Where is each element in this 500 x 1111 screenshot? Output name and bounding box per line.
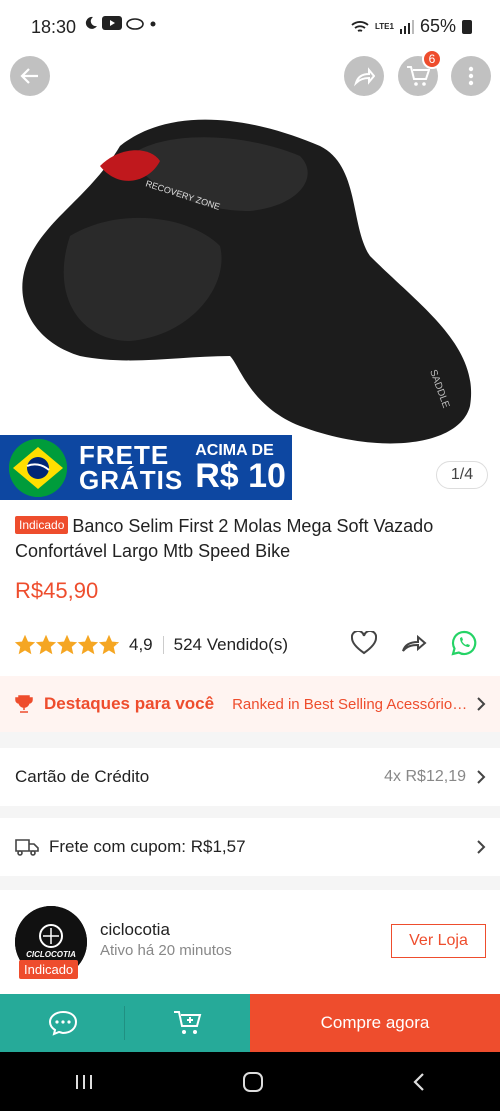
product-title: Indicado Banco Selim First 2 Molas Mega S… (15, 514, 490, 564)
chevron-right-icon (477, 770, 486, 784)
dot-icon (150, 21, 156, 27)
back-nav-icon[interactable] (412, 1072, 426, 1092)
highlights-title: Destaques para você (44, 694, 215, 713)
recommended-tag: Indicado (15, 516, 69, 534)
banner-amount: R$ 10 (195, 456, 286, 495)
cart-icon (407, 66, 430, 86)
share-icon (353, 67, 375, 87)
product-title-text: Banco Selim First 2 Molas Mega Soft Vaza… (15, 516, 434, 561)
cart-count-badge: 6 (422, 49, 442, 69)
banner-line1: FRETE (79, 439, 170, 470)
whatsapp-icon[interactable] (451, 630, 477, 656)
bottom-bar-divider (124, 1006, 125, 1040)
battery-percent: 65% (419, 16, 456, 36)
banner-line2: GRÁTIS (79, 464, 184, 495)
add-to-cart-icon (173, 1011, 201, 1034)
chevron-right-icon (477, 840, 486, 854)
more-options-button[interactable] (451, 56, 491, 96)
shop-logo-text: CICLOCOTIA (26, 950, 76, 959)
shop-active-status: Ativo há 20 minutos (100, 942, 232, 959)
buy-now-button[interactable]: Compre agora (250, 994, 500, 1052)
status-right: LTE1 65% (351, 16, 472, 37)
shipping-label: Frete com cupom: R$1,57 (49, 837, 246, 856)
highlights-row[interactable]: Destaques para você Ranked in Best Selli… (0, 676, 500, 732)
system-navigation-bar (0, 1052, 500, 1111)
status-bar: 18:30 LTE1 65% (0, 0, 500, 56)
heart-icon[interactable] (351, 631, 377, 655)
rating-stars (15, 635, 119, 655)
section-divider (0, 806, 500, 818)
product-image: RECOVERY ZONE SADDLE (22, 119, 472, 444)
battery-icon (462, 19, 472, 34)
status-time: 18:30 (31, 17, 77, 37)
bottom-action-bar: Compre agora (0, 994, 500, 1052)
product-actions (351, 630, 477, 656)
chat-button[interactable] (0, 994, 125, 1052)
section-divider (0, 876, 500, 890)
highlights-detail: Ranked in Best Selling Acessórios ... (232, 695, 473, 713)
cloud-icon (126, 18, 144, 30)
share-top-button[interactable] (344, 56, 384, 96)
star-icon (78, 635, 98, 655)
wifi-icon (351, 20, 369, 32)
product-price: R$45,90 (15, 578, 99, 603)
product-image-gallery[interactable]: RECOVERY ZONE SADDLE 6 (0, 49, 500, 500)
cart-button[interactable]: 6 (398, 49, 442, 96)
payment-row[interactable]: Cartão de Crédito 4x R$12,19 (0, 748, 500, 806)
more-vertical-icon (468, 66, 474, 86)
section-divider (0, 732, 500, 748)
status-notification-icons (84, 16, 158, 30)
trophy-icon (15, 695, 33, 713)
star-icon (36, 635, 56, 655)
chat-icon (48, 1010, 77, 1036)
home-icon[interactable] (242, 1071, 264, 1093)
truck-icon (15, 839, 39, 856)
chevron-right-icon (477, 697, 486, 711)
star-icon (57, 635, 77, 655)
network-label: LTE1 (375, 22, 394, 31)
star-icon (99, 635, 119, 655)
back-button[interactable] (10, 56, 50, 96)
moon-icon (85, 16, 97, 29)
signal-icon (399, 19, 414, 34)
image-counter: 1/4 (436, 461, 488, 489)
recent-apps-icon[interactable] (74, 1073, 94, 1091)
brazil-flag-icon (9, 438, 67, 497)
visit-shop-button[interactable]: Ver Loja (391, 924, 486, 958)
youtube-icon (102, 16, 122, 30)
rating-value: 4,9 (129, 635, 153, 654)
add-to-cart-button[interactable] (125, 994, 250, 1052)
rating-row: 4,9 524 Vendido(s) (15, 630, 485, 660)
payment-label: Cartão de Crédito (15, 767, 150, 786)
rating-separator (162, 636, 164, 654)
arrow-left-icon (20, 68, 38, 84)
share-icon[interactable] (401, 632, 427, 654)
star-icon (15, 635, 35, 655)
sold-count: 524 Vendido(s) (173, 635, 289, 654)
shop-name[interactable]: ciclocotia (100, 920, 170, 940)
installments-value: 4x R$12,19 (384, 768, 466, 785)
banner-above-text: ACIMA DE R$ 10 (195, 442, 286, 495)
banner-free-text: FRETE GRÁTIS (79, 439, 184, 495)
shop-recommended-tag: Indicado (19, 960, 79, 979)
product-page: 18:30 LTE1 65% RECOVERY ZONE SADDLE 6 FR… (0, 0, 500, 1111)
free-shipping-banner: FRETE GRÁTIS ACIMA DE R$ 10 (0, 435, 292, 500)
shipping-row[interactable]: Frete com cupom: R$1,57 (0, 818, 500, 876)
